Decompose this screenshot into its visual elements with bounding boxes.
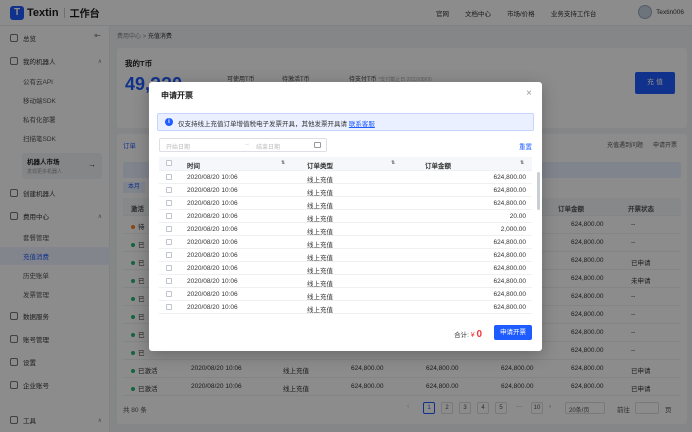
table-header: 时间 ⇅ 订单类型 ⇅ 订单金额 ⇅ (159, 157, 532, 171)
time-cell: 2020/08/20 10:06 (187, 200, 238, 207)
time-cell: 2020/08/20 10:06 (187, 213, 238, 220)
select-all-checkbox[interactable] (166, 160, 172, 166)
amount-cell: 624,800.00 (493, 187, 526, 194)
table-row[interactable]: 2020/08/20 10:06 线上充值 624,800.00 (159, 197, 532, 210)
row-checkbox[interactable] (166, 213, 172, 219)
row-checkbox[interactable] (166, 174, 172, 180)
time-cell: 2020/08/20 10:06 (187, 252, 238, 259)
row-checkbox[interactable] (166, 252, 172, 258)
total-label: 合计: (454, 332, 469, 339)
type-cell: 线上充值 (307, 177, 333, 184)
amount-cell: 624,800.00 (493, 239, 526, 246)
calendar-icon (314, 142, 321, 148)
header-type: 订单类型 (307, 163, 333, 170)
type-cell: 线上充值 (307, 216, 333, 223)
row-checkbox[interactable] (166, 200, 172, 206)
reset-button[interactable]: 重置 (519, 141, 532, 151)
type-cell: 线上充值 (307, 229, 333, 236)
amount-cell: 20.00 (509, 213, 526, 220)
notice-body: 仅支持线上充值订单增值税电子发票开具，其他发票开具请 (178, 121, 347, 128)
sort-icon[interactable]: ⇅ (281, 160, 285, 166)
time-cell: 2020/08/20 10:06 (187, 226, 238, 233)
close-icon[interactable]: × (526, 88, 532, 99)
row-checkbox[interactable] (166, 265, 172, 271)
invoice-notice: i 仅支持线上充值订单增值税电子发票开具，其他发票开具请 联系客服 (157, 113, 534, 131)
table-row[interactable]: 2020/08/20 10:06 线上充值 624,800.00 (159, 288, 532, 301)
amount-cell: 624,800.00 (493, 200, 526, 207)
table-row[interactable]: 2020/08/20 10:06 线上充值 20.00 (159, 210, 532, 223)
apply-invoice-dialog: 申请开票 × i 仅支持线上充值订单增值税电子发票开具，其他发票开具请 联系客服… (149, 82, 542, 351)
invoice-orders-table: 时间 ⇅ 订单类型 ⇅ 订单金额 ⇅ 2020/08/20 10:06 线上充值 6… (159, 157, 532, 315)
end-date-input[interactable]: 结束日期 (256, 142, 280, 151)
amount-cell: 624,800.00 (493, 278, 526, 285)
amount-cell: 624,800.00 (493, 252, 526, 259)
type-cell: 线上充值 (307, 190, 333, 197)
dialog-title: 申请开票 (161, 91, 193, 100)
total-currency: ¥ (470, 332, 475, 339)
row-checkbox[interactable] (166, 278, 172, 284)
row-checkbox[interactable] (166, 226, 172, 232)
header-time: 时间 (187, 163, 200, 170)
header-amount: 订单金额 (425, 163, 451, 170)
notice-text: 仅支持线上充值订单增值税电子发票开具，其他发票开具请 联系客服 (178, 118, 375, 128)
amount-cell: 624,800.00 (493, 304, 526, 311)
table-row[interactable]: 2020/08/20 10:06 线上充值 624,800.00 (159, 184, 532, 197)
total-value: 0 (476, 329, 482, 340)
start-date-input[interactable]: 开始日期 (166, 142, 190, 151)
table-scrollbar[interactable] (537, 172, 540, 210)
apply-invoice-button[interactable]: 申请开票 (494, 325, 532, 340)
time-cell: 2020/08/20 10:06 (187, 187, 238, 194)
type-cell: 线上充值 (307, 255, 333, 262)
amount-cell: 624,800.00 (493, 174, 526, 181)
table-row[interactable]: 2020/08/20 10:06 线上充值 624,800.00 (159, 249, 532, 262)
row-checkbox[interactable] (166, 304, 172, 310)
type-cell: 线上充值 (307, 281, 333, 288)
type-cell: 线上充值 (307, 242, 333, 249)
time-cell: 2020/08/20 10:06 (187, 278, 238, 285)
date-range-arrow: → (244, 141, 250, 147)
table-row[interactable]: 2020/08/20 10:06 线上充值 2,000.00 (159, 223, 532, 236)
type-cell: 线上充值 (307, 307, 333, 314)
row-checkbox[interactable] (166, 291, 172, 297)
table-row[interactable]: 2020/08/20 10:06 线上充值 624,800.00 (159, 301, 532, 314)
row-checkbox[interactable] (166, 187, 172, 193)
table-row[interactable]: 2020/08/20 10:06 线上充值 624,800.00 (159, 171, 532, 184)
date-range-picker[interactable]: 开始日期 → 结束日期 (159, 138, 327, 152)
sort-icon[interactable]: ⇅ (520, 160, 524, 166)
amount-cell: 624,800.00 (493, 265, 526, 272)
table-row[interactable]: 2020/08/20 10:06 线上充值 624,800.00 (159, 275, 532, 288)
time-cell: 2020/08/20 10:06 (187, 291, 238, 298)
sort-icon[interactable]: ⇅ (391, 160, 395, 166)
amount-cell: 624,800.00 (493, 291, 526, 298)
type-cell: 线上充值 (307, 203, 333, 210)
amount-cell: 2,000.00 (500, 226, 526, 233)
info-icon: i (165, 118, 173, 126)
time-cell: 2020/08/20 10:06 (187, 239, 238, 246)
type-cell: 线上充值 (307, 294, 333, 301)
contact-support-link[interactable]: 联系客服 (349, 121, 375, 128)
time-cell: 2020/08/20 10:06 (187, 174, 238, 181)
time-cell: 2020/08/20 10:06 (187, 265, 238, 272)
table-row[interactable]: 2020/08/20 10:06 线上充值 624,800.00 (159, 236, 532, 249)
invoice-total: 合计: ¥ 0 (454, 329, 482, 340)
row-checkbox[interactable] (166, 239, 172, 245)
table-row[interactable]: 2020/08/20 10:06 线上充值 624,800.00 (159, 262, 532, 275)
type-cell: 线上充值 (307, 268, 333, 275)
time-cell: 2020/08/20 10:06 (187, 304, 238, 311)
